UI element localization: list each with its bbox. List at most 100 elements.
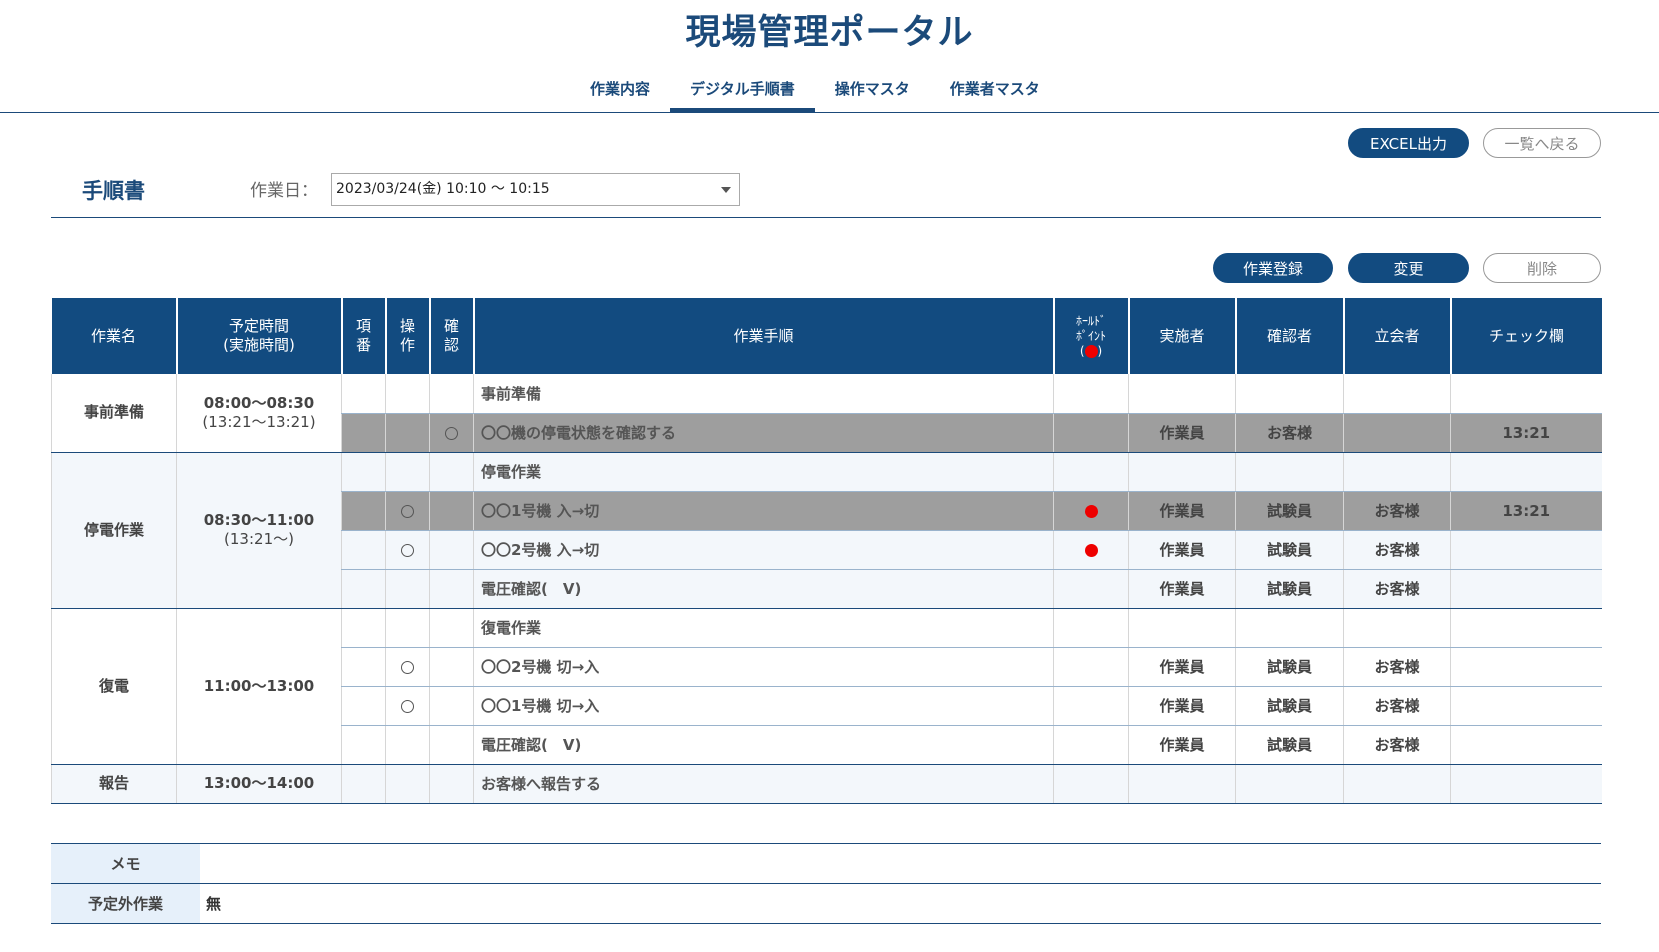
- operation-cell[interactable]: [385, 491, 430, 531]
- confirm-cell: [429, 374, 474, 414]
- procedure-step-cell: 電圧確認( V): [473, 569, 1054, 609]
- tab-operation-master[interactable]: 操作マスタ: [815, 72, 930, 112]
- operation-circle-icon[interactable]: [401, 660, 414, 674]
- tab-digital-procedure[interactable]: デジタル手順書: [670, 72, 815, 112]
- check-time-cell[interactable]: [1450, 608, 1602, 648]
- hold-point-cell: [1053, 413, 1129, 453]
- planned-time: 08:00〜08:30: [203, 393, 315, 412]
- confirm-cell: [429, 491, 474, 531]
- item-no-cell: [341, 530, 386, 570]
- col-witness: 立会者: [1342, 298, 1451, 374]
- memo-field[interactable]: [200, 843, 1601, 884]
- checker-cell: 試験員: [1235, 725, 1344, 765]
- chevron-down-icon: [721, 187, 731, 193]
- checker-cell: 試験員: [1235, 647, 1344, 687]
- confirm-cell[interactable]: [429, 413, 474, 453]
- witness-cell: お客様: [1343, 725, 1451, 765]
- witness-cell: お客様: [1343, 530, 1451, 570]
- operation-cell: [385, 725, 430, 765]
- col-operation: 操作: [384, 298, 430, 374]
- witness-cell: [1343, 608, 1451, 648]
- confirm-circle-icon[interactable]: [445, 426, 458, 440]
- checker-cell: 試験員: [1235, 530, 1344, 570]
- table-row[interactable]: 事前準備 08:00〜08:30 (13:21〜13:21) 事前準備: [51, 374, 1602, 453]
- main-nav: 作業内容 デジタル手順書 操作マスタ 作業者マスタ: [0, 72, 1659, 113]
- witness-cell: お客様: [1343, 569, 1451, 609]
- actual-time: (13:21〜13:21): [202, 412, 316, 431]
- item-no-cell: [341, 764, 386, 804]
- operation-cell[interactable]: [385, 686, 430, 726]
- checker-cell: [1235, 608, 1344, 648]
- checker-cell: お客様: [1235, 413, 1344, 453]
- performer-cell: 作業員: [1128, 569, 1236, 609]
- procedure-step-cell: 〇〇機の停電状態を確認する: [473, 413, 1054, 453]
- excel-export-button[interactable]: EXCEL出力: [1348, 128, 1469, 158]
- delete-button[interactable]: 削除: [1483, 253, 1601, 283]
- item-no-cell: [341, 608, 386, 648]
- procedure-step-cell: 停電作業: [473, 452, 1054, 492]
- hold-point-dot-icon: [1084, 504, 1098, 518]
- col-procedure: 作業手順: [472, 298, 1054, 374]
- performer-cell: 作業員: [1128, 725, 1236, 765]
- col-schedule: 予定時間 (実施時間): [175, 298, 342, 374]
- operation-cell[interactable]: [385, 530, 430, 570]
- item-no-cell: [341, 647, 386, 687]
- register-work-button[interactable]: 作業登録: [1213, 253, 1333, 283]
- hold-point-cell: [1053, 647, 1129, 687]
- unplanned-work-label: 予定外作業: [51, 883, 200, 924]
- check-time-cell[interactable]: [1450, 569, 1602, 609]
- checker-cell: 試験員: [1235, 686, 1344, 726]
- witness-cell: お客様: [1343, 647, 1451, 687]
- hold-point-dot-icon: [1084, 543, 1098, 557]
- item-no-cell: [341, 686, 386, 726]
- section-divider: [51, 217, 1601, 218]
- table-header-row: 作業名 予定時間 (実施時間) 項番 操作 確認 作業手順 ﾎｰﾙﾄﾞ ﾎﾟｲﾝﾄ(…: [51, 298, 1602, 374]
- table-row[interactable]: 報告 13:00〜14:00 お客様へ報告する: [51, 764, 1602, 804]
- change-button[interactable]: 変更: [1348, 253, 1469, 283]
- item-no-cell: [341, 491, 386, 531]
- operation-circle-icon[interactable]: [401, 543, 414, 557]
- check-time-cell[interactable]: [1450, 686, 1602, 726]
- hold-point-cell: [1053, 452, 1129, 492]
- check-time-cell[interactable]: [1450, 530, 1602, 570]
- operation-circle-icon[interactable]: [401, 699, 414, 713]
- procedure-step-cell: 〇〇2号機 切→入: [473, 647, 1054, 687]
- witness-cell: お客様: [1343, 491, 1451, 531]
- work-date-select[interactable]: 2023/03/24(金) 10:10 〜 10:15: [331, 173, 740, 206]
- check-time-cell[interactable]: [1450, 764, 1602, 804]
- item-no-cell: [341, 413, 386, 453]
- page-title: 手順書: [82, 179, 145, 203]
- planned-time: 13:00〜14:00: [203, 774, 315, 792]
- operation-circle-icon[interactable]: [401, 504, 414, 518]
- col-checker: 確認者: [1234, 298, 1344, 374]
- check-time-cell[interactable]: [1450, 374, 1602, 414]
- work-date-value: 2023/03/24(金) 10:10 〜 10:15: [336, 181, 550, 197]
- hold-point-cell: [1053, 530, 1129, 570]
- check-time-cell[interactable]: 13:21: [1450, 491, 1602, 531]
- memo-label: メモ: [51, 843, 200, 884]
- performer-cell: [1128, 764, 1236, 804]
- col-hold-point: ﾎｰﾙﾄﾞ ﾎﾟｲﾝﾄ(): [1052, 298, 1129, 374]
- task-name-cell: 報告: [51, 764, 177, 804]
- check-time-cell[interactable]: [1450, 647, 1602, 687]
- col-check: チェック欄: [1449, 298, 1602, 374]
- check-time-cell[interactable]: 13:21: [1450, 413, 1602, 453]
- witness-cell: [1343, 374, 1451, 414]
- check-time-cell[interactable]: [1450, 725, 1602, 765]
- confirm-cell: [429, 530, 474, 570]
- procedure-table: 作業名 予定時間 (実施時間) 項番 操作 確認 作業手順 ﾎｰﾙﾄﾞ ﾎﾟｲﾝﾄ(…: [51, 298, 1602, 804]
- memo-table: メモ 予定外作業 無: [51, 843, 1601, 924]
- schedule-cell: 08:00〜08:30 (13:21〜13:21): [176, 374, 342, 453]
- operation-cell[interactable]: [385, 647, 430, 687]
- tab-worker-master[interactable]: 作業者マスタ: [930, 72, 1060, 112]
- unplanned-work-value: 無: [200, 883, 1601, 924]
- check-time-cell[interactable]: [1450, 452, 1602, 492]
- item-no-cell: [341, 374, 386, 414]
- table-row[interactable]: 復電 11:00〜13:00 復電作業: [51, 608, 1602, 765]
- performer-cell: [1128, 374, 1236, 414]
- performer-cell: [1128, 608, 1236, 648]
- tab-work-content[interactable]: 作業内容: [570, 72, 670, 112]
- item-no-cell: [341, 725, 386, 765]
- back-to-list-button[interactable]: 一覧へ戻る: [1483, 128, 1601, 158]
- table-row[interactable]: 停電作業 08:30〜11:00 (13:21〜) 停電作業: [51, 452, 1602, 609]
